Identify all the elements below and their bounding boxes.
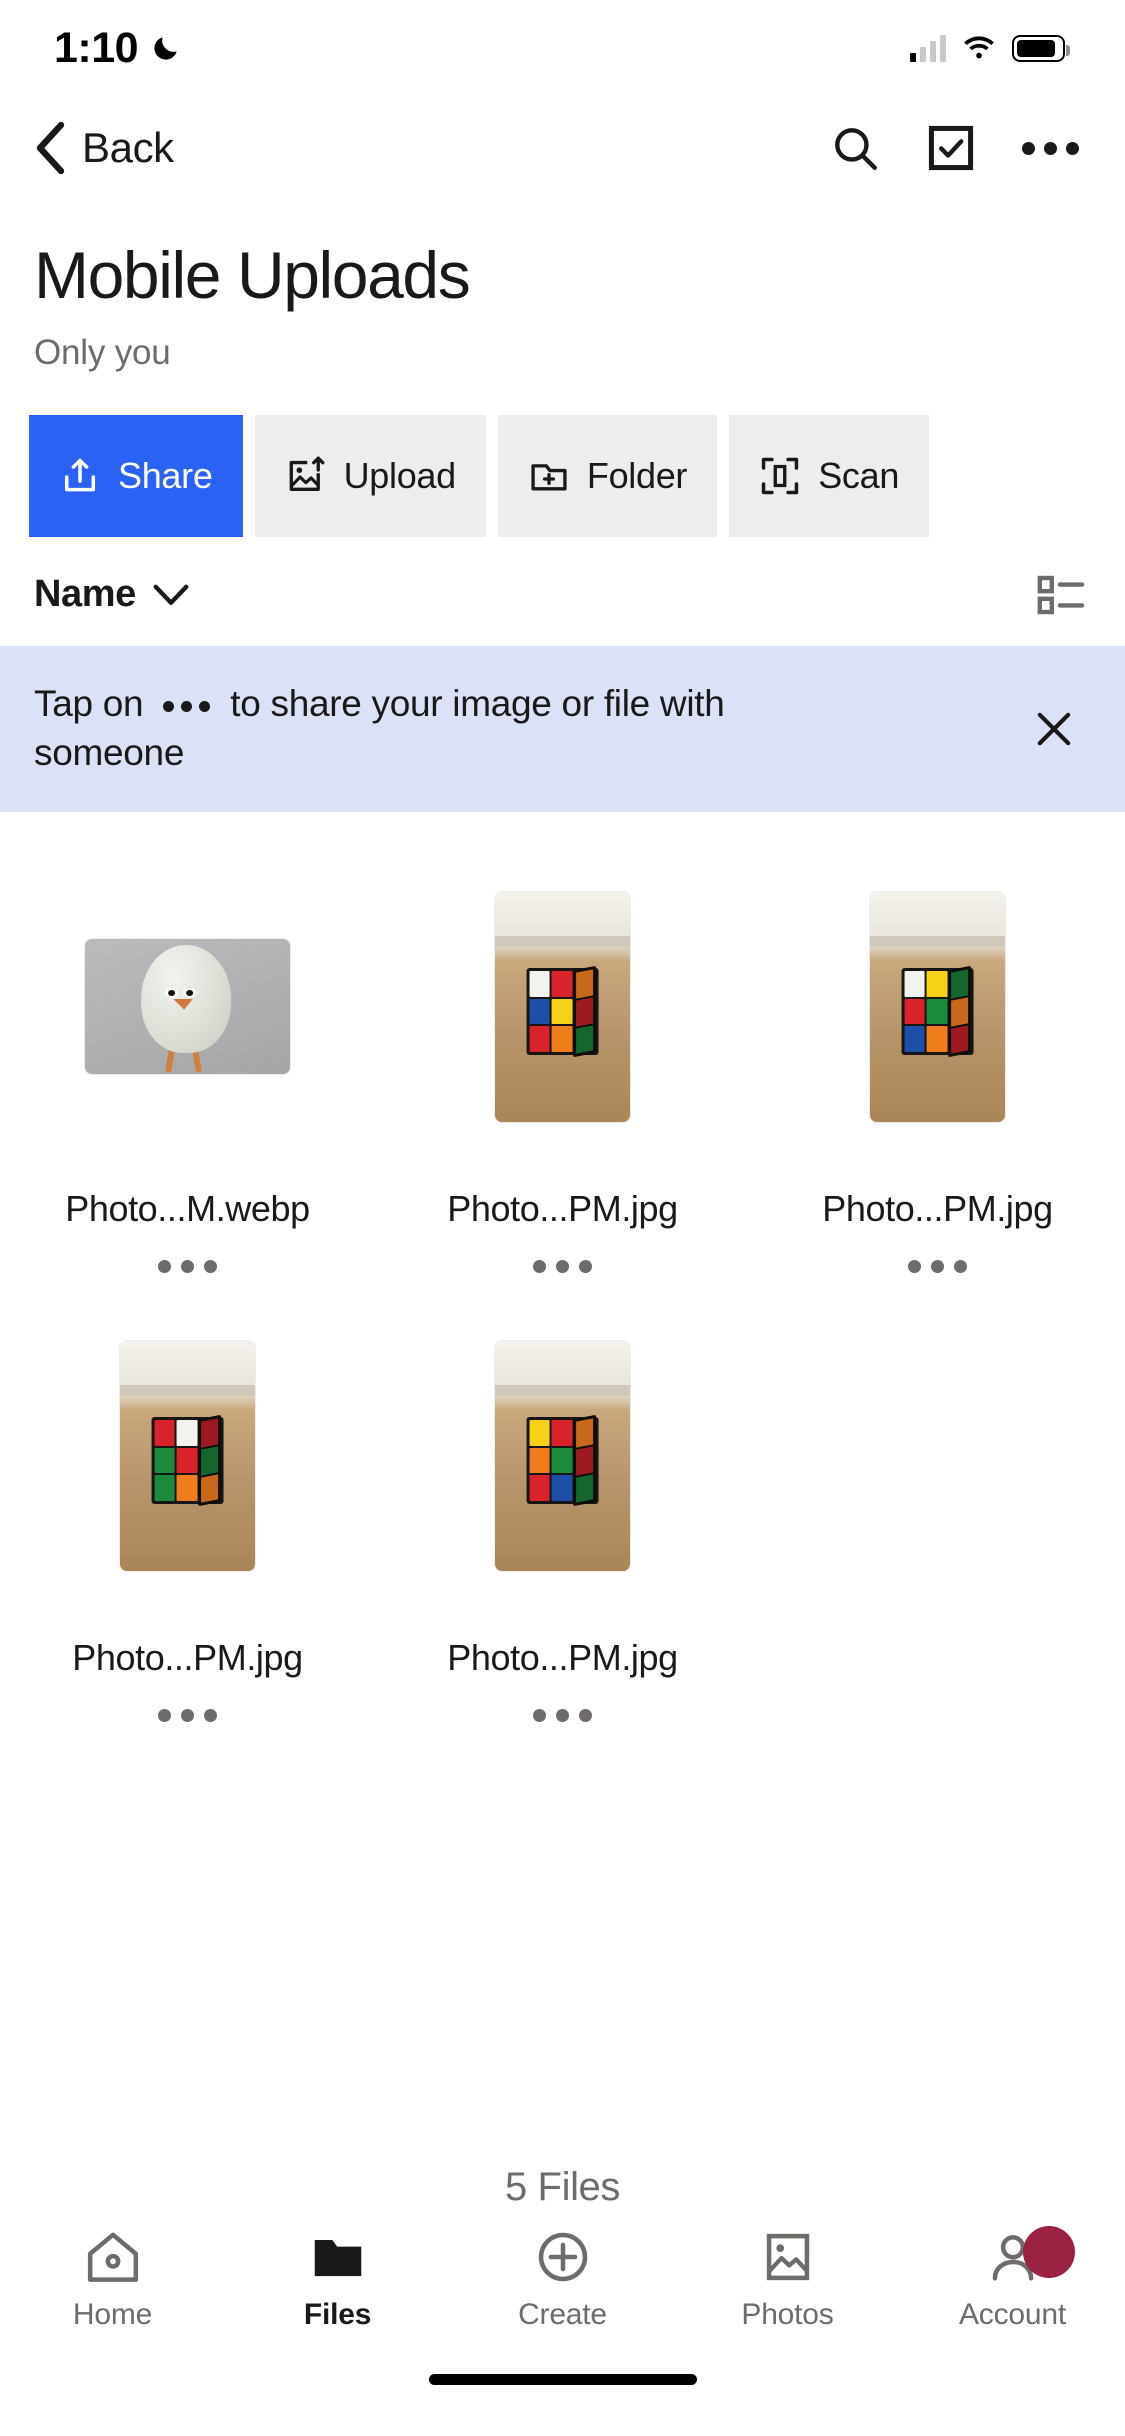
folder-icon <box>314 2239 361 2277</box>
tab-label-home: Home <box>72 2298 153 2331</box>
file-thumbnail[interactable] <box>495 891 630 1122</box>
rubiks-cube-photo-art <box>120 1340 255 1571</box>
thumbnail-wrap <box>870 852 1005 1162</box>
file-thumbnail[interactable] <box>870 891 1005 1122</box>
egg-photo-art <box>85 939 290 1075</box>
scan-document-icon <box>761 458 799 495</box>
upload-button[interactable]: Upload <box>254 415 486 538</box>
more-horizontal-icon <box>163 700 211 712</box>
banner-text-before: Tap on <box>34 683 144 725</box>
scan-label: Scan <box>818 455 900 497</box>
home-icon <box>87 2232 138 2282</box>
share-upload-icon <box>64 458 96 492</box>
file-overflow-menu[interactable] <box>533 1708 592 1722</box>
info-banner: Tap on to share your image or file with … <box>0 646 1125 812</box>
status-bar: 1:10 <box>0 0 1125 96</box>
photo-icon <box>766 2233 809 2281</box>
rubiks-cube-photo-art <box>495 891 630 1122</box>
close-icon <box>1037 712 1071 746</box>
file-tile[interactable]: Photo...PM.jpg <box>750 834 1125 1283</box>
status-bar-left: 1:10 <box>54 24 182 73</box>
tab-label-files: Files <box>303 2298 372 2331</box>
image-upload-icon <box>289 456 325 492</box>
back-label: Back <box>82 124 174 171</box>
folder-button[interactable]: Folder <box>497 415 718 538</box>
thumbnail-wrap <box>120 1301 255 1611</box>
file-count-label: 5 Files <box>504 2165 620 2209</box>
page-title: Mobile Uploads <box>34 238 471 312</box>
action-chip-row: Share Upload Folder Scan <box>0 373 1125 538</box>
cellular-signal-icon <box>910 34 946 62</box>
upload-label: Upload <box>343 455 457 497</box>
banner-close-button[interactable] <box>1027 702 1081 756</box>
page-subtitle: Only you <box>34 333 171 373</box>
tab-account[interactable]: Account <box>900 2226 1125 2332</box>
status-bar-right <box>910 34 1070 62</box>
file-name: Photo...M.webp <box>65 1187 310 1229</box>
battery-icon <box>1012 34 1070 62</box>
tab-photos[interactable]: Photos <box>675 2230 900 2332</box>
tab-label-account: Account <box>959 2298 1066 2331</box>
chevron-left-icon <box>36 122 65 174</box>
status-time: 1:10 <box>54 23 139 72</box>
page-header: Mobile Uploads Only you <box>0 200 1125 373</box>
list-view-icon[interactable] <box>1037 574 1085 616</box>
file-overflow-menu[interactable] <box>158 1708 217 1722</box>
file-thumbnail[interactable] <box>120 1340 255 1571</box>
sort-row: Name <box>0 537 1125 646</box>
thumbnail-wrap <box>85 852 290 1162</box>
checkbox-select-icon[interactable] <box>926 123 976 173</box>
crescent-moon-icon <box>154 37 177 60</box>
share-label: Share <box>118 455 213 497</box>
file-name: Photo...PM.jpg <box>72 1636 303 1678</box>
rubiks-cube-photo-art <box>870 891 1005 1122</box>
file-name: Photo...PM.jpg <box>447 1187 678 1229</box>
account-notification-badge <box>1022 2226 1075 2278</box>
nav-bar: Back <box>0 96 1125 200</box>
sort-button[interactable]: Name <box>34 573 190 616</box>
tab-label-create: Create <box>518 2298 607 2331</box>
plus-circle-icon <box>538 2232 587 2282</box>
search-icon[interactable] <box>830 123 880 173</box>
file-tile[interactable]: Photo...PM.jpg <box>0 1283 375 1732</box>
rubiks-cube-photo-art <box>495 1340 630 1571</box>
thumbnail-wrap <box>495 852 630 1162</box>
tab-home[interactable]: Home <box>0 2230 225 2332</box>
file-tile[interactable]: Photo...PM.jpg <box>375 1283 750 1732</box>
tab-label-photos: Photos <box>741 2298 834 2331</box>
banner-text: Tap on to share your image or file with … <box>34 680 864 778</box>
file-thumbnail[interactable] <box>85 939 290 1075</box>
file-overflow-menu[interactable] <box>908 1259 967 1273</box>
more-horizontal-icon[interactable] <box>1022 141 1079 155</box>
scan-button[interactable]: Scan <box>729 415 930 538</box>
app-screen: 1:10 Back Mobile Uploads Only you Share … <box>0 0 1125 2436</box>
sort-label: Name <box>34 573 136 616</box>
tab-create[interactable]: Create <box>450 2230 675 2332</box>
thumbnail-wrap <box>495 1301 630 1611</box>
tab-files[interactable]: Files <box>225 2230 450 2332</box>
file-grid: Photo...M.webp Photo...PM.jpg Photo...PM… <box>0 812 1125 2165</box>
share-button[interactable]: Share <box>29 415 243 538</box>
home-indicator <box>0 2374 1125 2436</box>
file-tile[interactable]: Photo...PM.jpg <box>375 834 750 1283</box>
folder-label: Folder <box>586 455 688 497</box>
file-tile[interactable]: Photo...M.webp <box>0 834 375 1283</box>
file-name: Photo...PM.jpg <box>447 1636 678 1678</box>
chevron-down-icon <box>153 584 189 605</box>
file-overflow-menu[interactable] <box>158 1259 217 1273</box>
file-thumbnail[interactable] <box>495 1340 630 1571</box>
bottom-tab-bar: Home Files Create Photos Account <box>0 2224 1125 2374</box>
folder-plus-icon <box>531 464 567 491</box>
nav-actions <box>830 123 1079 173</box>
file-overflow-menu[interactable] <box>533 1259 592 1273</box>
wifi-icon <box>964 35 994 58</box>
file-name: Photo...PM.jpg <box>822 1187 1053 1229</box>
back-button[interactable]: Back <box>34 122 174 174</box>
